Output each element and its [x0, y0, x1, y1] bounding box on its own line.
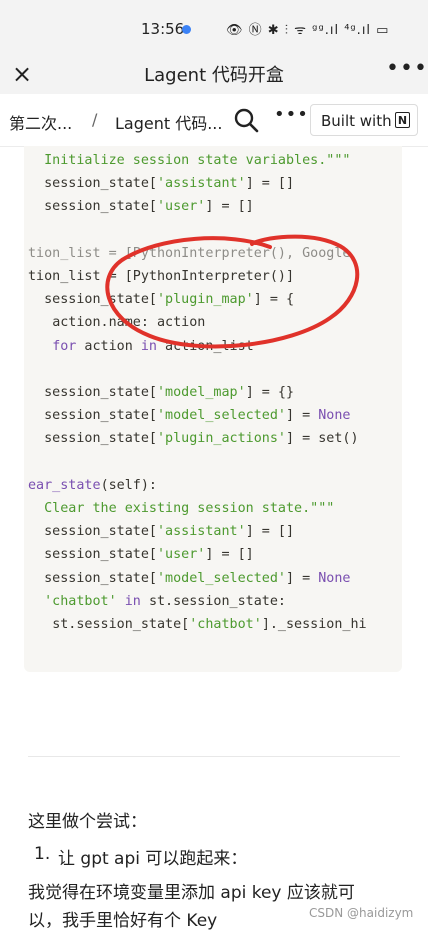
code-token: session_state[	[44, 199, 157, 215]
code-token: in	[140, 338, 157, 354]
breadcrumb: 第二次... / Lagent 代码... ••• Built with N	[0, 96, 428, 147]
code-line: session_state['user'] = []	[28, 546, 254, 564]
paragraph-api-key-line2: 以，我手里恰好有个 Key	[28, 911, 218, 931]
code-token: 'assistant'	[157, 176, 246, 192]
more-menu-icon[interactable]: •••	[386, 56, 428, 81]
code-token: action	[76, 338, 141, 354]
code-line: st.session_state['chatbot']._session_hi	[28, 616, 367, 634]
code-token: tion_list = [PythonInterpreter(), Google	[28, 245, 351, 261]
notification-icon	[182, 25, 191, 34]
code-token: ] = set()	[286, 431, 359, 447]
code-token: ] =	[286, 408, 319, 424]
code-token: for	[52, 338, 77, 354]
code-token: 'chatbot'	[44, 593, 117, 609]
code-token: 'user'	[157, 547, 206, 563]
code-token: action.name: action	[52, 315, 206, 331]
code-line: session_state['model_selected'] = None	[28, 570, 351, 588]
code-line: session_state['user'] = []	[28, 198, 254, 216]
system-status-icons: 👁 Ⓝ ✱ ⫶ ᯤ ᵍᵍ.ıl ⁴ᵍ.ıl ▭	[226, 23, 390, 38]
code-token: session_state[	[44, 570, 157, 586]
code-line: session_state['model_map'] = {}	[28, 384, 294, 402]
breadcrumb-item-parent[interactable]: 第二次...	[9, 110, 72, 134]
code-token: session_state[	[44, 408, 157, 424]
code-token: None	[318, 570, 351, 586]
code-token: action_list	[157, 338, 254, 354]
code-line: tion_list = [PythonInterpreter(), Google	[28, 245, 350, 263]
code-token: Initialize session state variables."""	[44, 153, 351, 168]
page-title: Lagent 代码开盒	[144, 65, 284, 86]
code-line: session_state['plugin_map'] = {	[28, 291, 294, 309]
code-line: 'chatbot' in st.session_state:	[28, 593, 286, 611]
code-token: None	[318, 408, 351, 424]
list-item-gpt-api: 让 gpt api 可以跑起来：	[58, 849, 248, 869]
status-bar: 13:56 👁 Ⓝ ✱ ⫶ ᯤ ᵍᵍ.ıl ⁴ᵍ.ıl ▭	[0, 0, 428, 56]
breadcrumb-separator: /	[92, 110, 98, 129]
code-token: session_state[	[44, 431, 157, 447]
code-token: 'user'	[157, 199, 206, 215]
notion-icon: N	[395, 112, 410, 128]
watermark: CSDN @haidizym	[309, 906, 414, 920]
code-token: 'model_selected'	[157, 408, 286, 424]
code-token: ] = {}	[245, 385, 295, 400]
code-token: 'plugin_map'	[157, 292, 254, 308]
code-token: 'assistant'	[157, 524, 246, 540]
code-token: Clear the existing session state."""	[44, 501, 335, 516]
code-token: tion_list = [PythonInterpreter()]	[28, 269, 295, 284]
code-token: ] = []	[245, 524, 295, 540]
code-line: tion_list = [PythonInterpreter()]	[28, 268, 294, 286]
code-line: for action in action_list	[28, 338, 254, 356]
code-token: session_state[	[44, 292, 157, 308]
code-token: ] = []	[245, 176, 295, 192]
code-token: 'model_map'	[157, 385, 246, 400]
code-token: ] =	[286, 570, 319, 586]
list-number: 1.	[34, 844, 51, 864]
code-token: ear_state	[28, 477, 101, 493]
code-token: ]._session_hi	[261, 617, 367, 632]
code-line: session_state['model_selected'] = None	[28, 407, 351, 425]
paragraph-try: 这里做个尝试：	[28, 812, 147, 832]
code-token: ] = {	[253, 292, 295, 308]
code-token: session_state[	[44, 385, 157, 400]
code-token: session_state[	[44, 524, 157, 540]
code-line: Initialize session state variables."""	[28, 152, 350, 170]
code-line: action.name: action	[28, 314, 205, 332]
code-token: in	[116, 593, 149, 609]
breadcrumb-item-current[interactable]: Lagent 代码...	[115, 110, 222, 134]
built-with-label: Built with	[321, 112, 392, 130]
code-line: Clear the existing session state."""	[28, 500, 334, 518]
built-with-notion-button[interactable]: Built with N	[310, 104, 418, 136]
code-line: session_state['assistant'] = []	[28, 523, 294, 541]
code-block: Initialize session state variables.""" s…	[24, 146, 402, 672]
code-line: session_state['plugin_actions'] = set()	[28, 430, 359, 448]
code-line: session_state['assistant'] = []	[28, 175, 294, 193]
code-token: ] = []	[205, 547, 254, 563]
title-bar: × Lagent 代码开盒 •••	[0, 56, 428, 94]
status-time: 13:56	[141, 20, 185, 38]
page-more-icon[interactable]: •••	[274, 104, 309, 125]
code-line: ear_state(self):	[28, 477, 157, 495]
paragraph-api-key-line1: 我觉得在环境变量里添加 api key 应该就可	[28, 883, 355, 903]
code-token: ] = []	[205, 199, 254, 215]
code-token: st.session_state:	[148, 593, 286, 609]
code-token: st.session_state[	[52, 617, 190, 632]
code-token: session_state[	[44, 547, 157, 563]
code-token: (self):	[100, 477, 157, 493]
section-divider	[28, 756, 400, 757]
code-token: session_state[	[44, 176, 157, 192]
code-token: 'plugin_actions'	[157, 431, 286, 447]
search-icon[interactable]	[232, 106, 260, 134]
code-token: 'chatbot'	[189, 617, 262, 632]
code-token: 'model_selected'	[157, 570, 286, 586]
